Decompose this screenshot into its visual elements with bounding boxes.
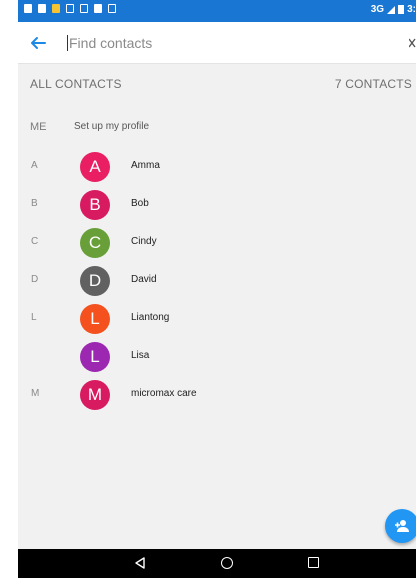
contact-name: Liantong xyxy=(131,312,170,323)
avatar: M xyxy=(80,380,110,410)
close-icon[interactable] xyxy=(409,36,416,50)
nav-recents-icon[interactable] xyxy=(308,557,319,568)
contact-row[interactable]: B B Bob xyxy=(18,186,416,224)
section-letter: C xyxy=(31,236,39,247)
contacts-screen: 3G 3: ALL CONTACTS 7 CONTACTS ME Set up … xyxy=(18,0,416,578)
avatar: B xyxy=(80,190,110,220)
search-bar xyxy=(18,22,416,64)
contact-row[interactable]: D D David xyxy=(18,262,416,300)
section-letter: L xyxy=(31,312,37,323)
nav-back-icon[interactable] xyxy=(134,557,146,569)
avatar: A xyxy=(80,152,110,182)
lock-icon xyxy=(38,4,46,13)
wifi-icon xyxy=(80,4,88,13)
contact-name: David xyxy=(131,274,157,285)
add-contact-button[interactable] xyxy=(385,509,416,543)
avatar: C xyxy=(80,228,110,258)
battery-icon xyxy=(398,5,405,14)
section-title: ALL CONTACTS xyxy=(30,77,122,91)
contact-name: Lisa xyxy=(131,350,150,361)
navigation-bar xyxy=(18,549,416,578)
section-header: ALL CONTACTS 7 CONTACTS xyxy=(18,64,416,104)
contact-row[interactable]: L L Liantong xyxy=(18,300,416,338)
section-letter: B xyxy=(31,198,38,209)
contact-count: 7 CONTACTS xyxy=(334,77,412,91)
section-letter: M xyxy=(31,388,40,399)
avatar: L xyxy=(80,304,110,334)
add-contact-icon xyxy=(395,520,409,532)
contact-row[interactable]: M M micromax care xyxy=(18,376,416,414)
app-notification-icon xyxy=(52,4,60,13)
contact-name: Bob xyxy=(131,198,149,209)
status-right: 3G 3: xyxy=(371,4,416,15)
search-input[interactable] xyxy=(69,33,389,53)
contact-name: Cindy xyxy=(131,236,157,247)
contact-name: Amma xyxy=(131,160,160,171)
setup-profile-link[interactable]: Set up my profile xyxy=(74,121,149,132)
contact-row[interactable]: L Lisa xyxy=(18,338,416,376)
contact-row[interactable]: C C Cindy xyxy=(18,224,416,262)
notification-icons xyxy=(24,4,116,13)
message-icon xyxy=(24,4,32,13)
avatar: D xyxy=(80,266,110,296)
section-letter: A xyxy=(31,160,38,171)
contact-row[interactable]: A A Amma xyxy=(18,148,416,186)
avatar: L xyxy=(80,342,110,372)
section-letter: D xyxy=(31,274,39,285)
network-type: 3G xyxy=(370,4,385,15)
battery-saver-icon xyxy=(94,4,102,13)
text-cursor xyxy=(67,35,68,51)
usb-icon xyxy=(66,4,74,13)
location-icon xyxy=(108,4,116,13)
profile-section-letter: ME xyxy=(30,121,47,133)
signal-icon xyxy=(387,5,396,14)
status-bar: 3G 3: xyxy=(18,0,416,22)
nav-home-icon[interactable] xyxy=(221,557,233,569)
contact-name: micromax care xyxy=(131,388,197,399)
clock: 3: xyxy=(407,4,416,15)
arrow-left-icon[interactable] xyxy=(26,31,50,55)
